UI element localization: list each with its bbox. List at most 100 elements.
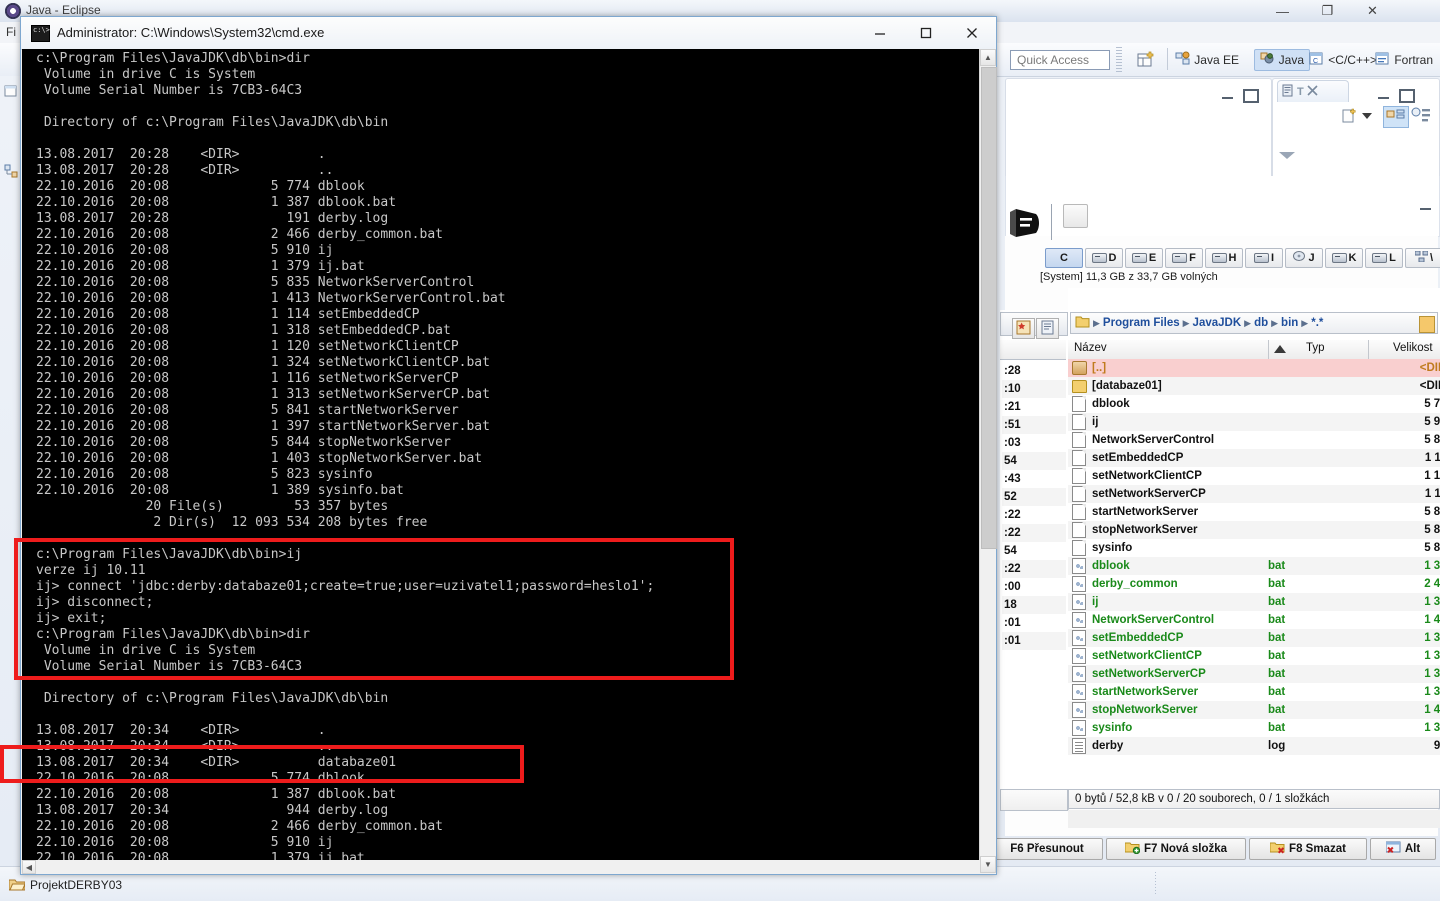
file-row[interactable]: :28 — [1002, 362, 1066, 380]
scroll-down-arrow-icon[interactable]: ▼ — [980, 856, 996, 873]
file-row[interactable]: :43 — [1002, 470, 1066, 488]
fkey-alt-f4-exit[interactable]: Alt — [1370, 838, 1436, 860]
perspective-fortran[interactable]: Fortran — [1370, 49, 1438, 71]
file-row[interactable]: 18 — [1002, 596, 1066, 614]
tc-bookmark-button[interactable] — [1012, 318, 1035, 339]
view-maximize-icon-left[interactable] — [1243, 89, 1259, 103]
drive-button-i[interactable]: I — [1245, 248, 1283, 268]
file-row[interactable]: 54 — [1002, 452, 1066, 470]
file-row[interactable]: ijbat1 379 — [1068, 593, 1440, 611]
fkey-f8-delete[interactable]: F8 Smazat — [1249, 838, 1367, 860]
file-row[interactable]: derby_commonbat2 466 — [1068, 575, 1440, 593]
tc-file-list[interactable]: [..]<DIR>[databaze01]<DIR>dblook5 774ij5… — [1068, 359, 1440, 787]
scroll-left-arrow-icon[interactable]: ◀ — [22, 860, 36, 874]
tc-command-line[interactable] — [1068, 810, 1440, 828]
file-row[interactable]: stopNetworkServerbat1 403 — [1068, 701, 1440, 719]
tc-left-panel-list[interactable]: :28:10:21:51:0354:4352:22:2254:22:0018:0… — [1002, 362, 1066, 782]
column-divider[interactable] — [1368, 340, 1369, 359]
file-row[interactable]: ij5 910 — [1068, 413, 1440, 431]
file-row[interactable]: setNetworkClientCPbat1 324 — [1068, 647, 1440, 665]
file-row[interactable]: :10 — [1002, 380, 1066, 398]
perspective-java-ee[interactable]: Java EE — [1170, 49, 1244, 71]
open-perspective-button[interactable] — [1135, 50, 1157, 70]
file-row[interactable]: [..]<DIR> — [1068, 359, 1440, 377]
eclipse-minimize-button[interactable]: — — [1260, 0, 1305, 22]
file-row[interactable]: :01 — [1002, 632, 1066, 650]
drive-button-network[interactable]: \ — [1405, 248, 1440, 268]
fkey-f7-new-folder[interactable]: F7 Nová složka — [1106, 838, 1246, 860]
cmd-vertical-scrollbar[interactable]: ▲ ▼ — [979, 49, 996, 873]
file-row[interactable]: setEmbeddedCP1 114 — [1068, 449, 1440, 467]
file-row[interactable]: :22 — [1002, 560, 1066, 578]
file-row[interactable]: sysinfobat1 389 — [1068, 719, 1440, 737]
menu-item-file[interactable]: Fi — [6, 25, 16, 39]
fkey-f6-move[interactable]: F6 Přesunout — [991, 838, 1103, 860]
cmd-titlebar[interactable]: Administrator: C:\Windows\System32\cmd.e… — [21, 17, 996, 50]
breadcrumb-item-bin[interactable]: bin — [1281, 317, 1298, 329]
file-row[interactable]: startNetworkServerbat1 397 — [1068, 683, 1440, 701]
file-row[interactable]: :22 — [1002, 506, 1066, 524]
file-row[interactable]: dblook5 774 — [1068, 395, 1440, 413]
quick-access-input[interactable]: Quick Access — [1010, 50, 1110, 70]
file-row[interactable]: derbylog944 — [1068, 737, 1440, 755]
file-row[interactable]: :22 — [1002, 524, 1066, 542]
file-row[interactable]: setNetworkServerCPbat1 313 — [1068, 665, 1440, 683]
eclipse-outline-tab[interactable]: T — [1277, 80, 1349, 102]
view-maximize-icon-right[interactable] — [1399, 89, 1415, 103]
drive-button-d[interactable]: D — [1085, 248, 1123, 268]
file-row[interactable]: [databaze01]<DIR> — [1068, 377, 1440, 395]
tc-breadcrumb-bar[interactable]: ▶ Program Files ▶ JavaJDK ▶ db ▶ bin ▶ *… — [1070, 312, 1438, 334]
eclipse-maximize-button[interactable]: ❐ — [1305, 0, 1350, 22]
cmd-horizontal-scrollbar[interactable]: ◀ — [22, 860, 980, 874]
drive-button-e[interactable]: E — [1125, 248, 1163, 268]
scroll-up-arrow-icon[interactable]: ▲ — [980, 49, 996, 66]
file-row[interactable]: NetworkServerControl5 835 — [1068, 431, 1440, 449]
chevron-down-icon[interactable] — [1362, 113, 1372, 119]
column-header-name[interactable]: Název — [1074, 342, 1107, 354]
drive-button-h[interactable]: H — [1205, 248, 1243, 268]
drive-button-c[interactable]: C — [1045, 248, 1083, 268]
drive-button-k[interactable]: K — [1325, 248, 1363, 268]
scrollbar-thumb[interactable] — [981, 67, 997, 549]
tc-left-panel-column-header[interactable] — [1000, 340, 1066, 360]
package-explorer-icon[interactable] — [4, 84, 18, 98]
tc-toolbar-button-1[interactable] — [1063, 204, 1088, 228]
file-row[interactable]: startNetworkServer5 841 — [1068, 503, 1440, 521]
breadcrumb-folder-button[interactable] — [1419, 316, 1435, 333]
breadcrumb-item-filter[interactable]: *.* — [1311, 317, 1323, 329]
drive-button-j[interactable]: J — [1285, 248, 1323, 268]
file-row[interactable]: setNetworkServerCP1 116 — [1068, 485, 1440, 503]
file-row[interactable]: setEmbeddedCPbat1 318 — [1068, 629, 1440, 647]
eclipse-close-button[interactable]: ✕ — [1350, 0, 1395, 22]
cmd-close-button[interactable] — [949, 17, 995, 48]
view-minimize-icon-left[interactable] — [1222, 94, 1233, 99]
link-with-editor-icon[interactable] — [1383, 106, 1409, 128]
file-row[interactable]: :03 — [1002, 434, 1066, 452]
column-divider[interactable] — [1268, 340, 1269, 359]
close-tab-icon[interactable] — [1307, 85, 1318, 99]
file-row[interactable]: NetworkServerControlbat1 413 — [1068, 611, 1440, 629]
file-row[interactable]: :01 — [1002, 614, 1066, 632]
breadcrumb-item-program-files[interactable]: Program Files — [1103, 317, 1180, 329]
file-row[interactable]: :51 — [1002, 416, 1066, 434]
file-row[interactable]: :00 — [1002, 578, 1066, 596]
file-row[interactable]: 52 — [1002, 488, 1066, 506]
perspective-java[interactable]: Java — [1254, 49, 1310, 71]
file-row[interactable]: stopNetworkServer5 844 — [1068, 521, 1440, 539]
file-row[interactable]: setNetworkClientCP1 120 — [1068, 467, 1440, 485]
hierarchy-view-icon[interactable] — [4, 164, 18, 178]
drive-button-f[interactable]: F — [1165, 248, 1203, 268]
file-row[interactable]: sysinfo5 823 — [1068, 539, 1440, 557]
sort-members-icon[interactable] — [1410, 106, 1432, 129]
root-folder-icon[interactable] — [1075, 315, 1090, 332]
file-row[interactable]: :21 — [1002, 398, 1066, 416]
file-row[interactable]: 54 — [1002, 542, 1066, 560]
new-element-icon[interactable] — [1341, 108, 1359, 127]
column-header-size[interactable]: Velikost — [1393, 342, 1433, 354]
breadcrumb-item-javajdk[interactable]: JavaJDK — [1193, 317, 1242, 329]
toolbar-drag-handle[interactable] — [1116, 47, 1122, 73]
file-row[interactable]: dblookbat1 387 — [1068, 557, 1440, 575]
breadcrumb-item-db[interactable]: db — [1254, 317, 1268, 329]
tc-history-button[interactable] — [1036, 318, 1059, 339]
cmd-minimize-button[interactable] — [857, 17, 903, 48]
